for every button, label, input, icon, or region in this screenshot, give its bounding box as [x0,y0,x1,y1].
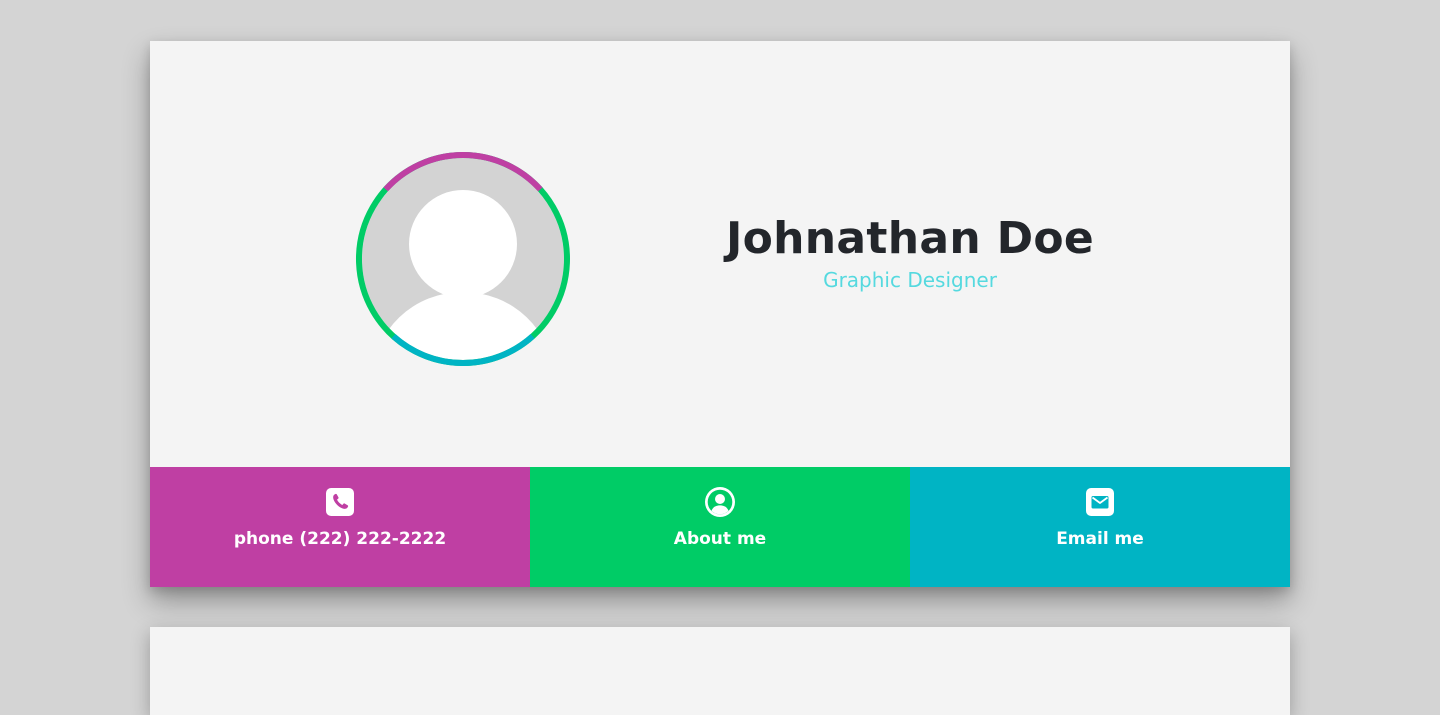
email-label: Email me [1056,529,1144,549]
profile-header: Johnathan Doe Graphic Designer [150,41,1290,467]
identity-block: Johnathan Doe Graphic Designer [720,211,1100,293]
user-circle-icon [705,487,735,517]
profile-name: Johnathan Doe [725,213,1095,264]
profile-card: Johnathan Doe Graphic Designer phone (22… [150,41,1290,587]
envelope-icon [1086,488,1114,516]
secondary-card [150,627,1290,715]
phone-button[interactable]: phone (222) 222-2222 [150,467,530,587]
action-bar: phone (222) 222-2222 About me Email me [150,467,1290,587]
about-me-button[interactable]: About me [530,467,910,587]
about-me-label: About me [673,529,767,549]
avatar [354,150,572,368]
phone-icon [326,488,354,516]
phone-label: phone (222) 222-2222 [233,529,447,549]
page: Johnathan Doe Graphic Designer phone (22… [0,0,1440,715]
default-user-avatar-icon [356,152,570,367]
profile-role: Graphic Designer [823,268,997,292]
email-button[interactable]: Email me [910,467,1290,587]
